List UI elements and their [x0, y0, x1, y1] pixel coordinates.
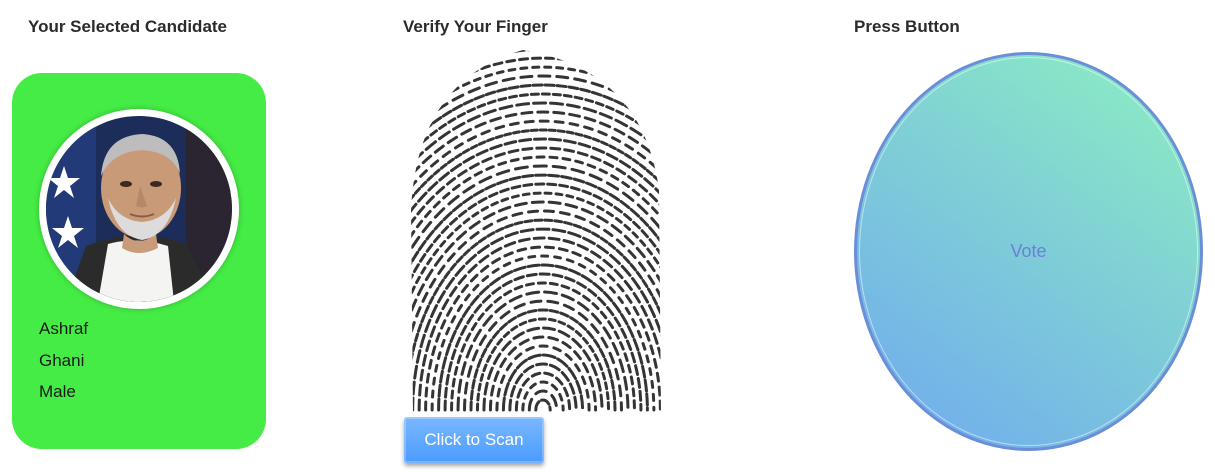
candidate-last-name: Ghani — [39, 351, 85, 370]
press-button-heading: Press Button — [854, 17, 960, 36]
scan-button[interactable]: Click to Scan — [404, 417, 544, 463]
avatar-frame — [39, 109, 239, 309]
fingerprint-icon — [403, 40, 665, 415]
selected-candidate-heading: Your Selected Candidate — [28, 17, 228, 36]
voting-page: Your Selected Candidate Verify Your Fing… — [0, 0, 1215, 473]
candidate-photo — [46, 116, 232, 302]
candidate-card: Ashraf Ghani Male — [12, 73, 266, 449]
verify-finger-heading: Verify Your Finger — [403, 17, 548, 36]
candidate-portrait-icon — [46, 116, 232, 302]
fingerprint-image — [411, 50, 661, 412]
candidate-gender: Male — [39, 382, 76, 401]
candidate-first-name: Ashraf — [39, 319, 89, 338]
vote-button[interactable]: Vote — [854, 52, 1203, 451]
